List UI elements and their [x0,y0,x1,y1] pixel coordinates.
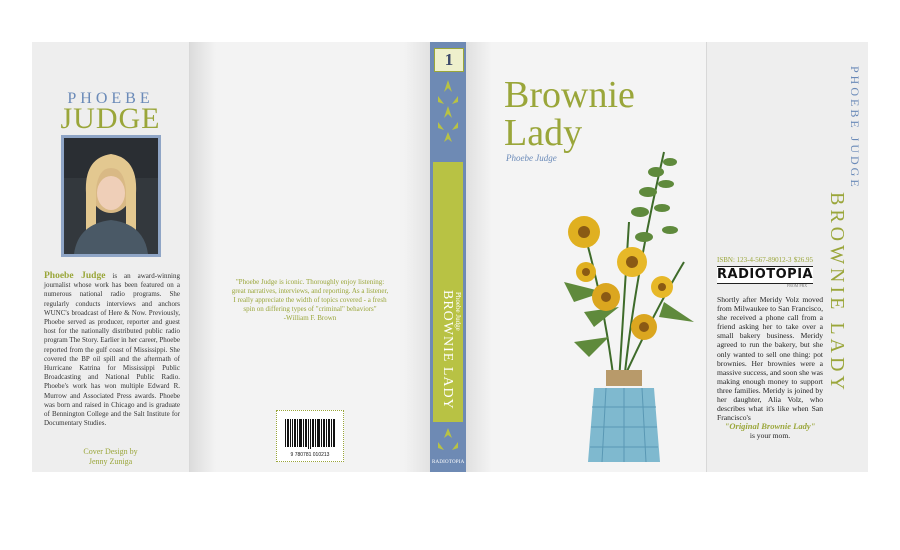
publisher-tagline: FROM PRX [787,283,808,288]
cover-credit: Cover Design by Jenny Zuniga [32,447,189,467]
price-line: ISBN: 123-4-567-89012-3 $26.95 [717,256,813,264]
credit-label: Cover Design by [83,447,138,456]
title-line-1: Brownie [504,74,635,116]
spine: 1 BROWNIE LADY Phoebe Judge RADIOTOPIA [430,42,466,472]
spine-author: Phoebe Judge [454,292,462,331]
fold-shadow [190,42,216,472]
quote-attribution: -William F. Brown [283,314,337,322]
synopsis: Shortly after Meridy Volz moved from Mil… [717,295,823,441]
credit-name: Jenny Zuniga [88,457,133,466]
bio-lead-name: Phoebe Judge [44,271,106,281]
review-quote: "Phoebe Judge is iconic. Thoroughly enjo… [230,278,390,323]
barcode-number: 9 780781 010213 [291,452,330,458]
bio-text: is an award-winning journalist whose wor… [44,272,180,428]
publisher-logo: RADIOTOPIA [717,266,814,284]
back-cover: "Phoebe Judge is iconic. Thoroughly enjo… [190,42,430,472]
right-flap: ISBN: 123-4-567-89012-3 $26.95 RADIOTOPI… [706,42,868,472]
fold-shadow [404,42,430,472]
flap-side-author: PHOEBE JUDGE [848,66,862,190]
spine-title-band: BROWNIE LADY Phoebe Judge [433,162,463,422]
spine-publisher: RADIOTOPIA [432,460,465,465]
author-bio: Phoebe Judge is an award-winning journal… [44,271,180,428]
author-portrait-image [64,138,158,254]
flower-vase-illustration [564,151,694,463]
barcode: 9 780781 010213 [276,410,344,462]
author-last-name: JUDGE [60,102,161,135]
author-photo [61,135,161,257]
leaf-pattern-icon [438,428,458,450]
synopsis-closing: is your mom. [749,431,791,441]
flap-side-title: BROWNIE LADY [826,192,848,394]
synopsis-text: Shortly after Meridy Volz moved from Mil… [717,295,823,423]
barcode-icon: 9 780781 010213 [285,419,335,458]
left-flap: PHOEBE JUDGE Phoebe Judge is an award-wi… [32,42,190,472]
volume-number: 1 [434,48,464,72]
spine-title: BROWNIE LADY [440,290,455,410]
leaf-pattern-icon [438,80,458,142]
fold-shadow [466,42,492,472]
synopsis-highlight: "Original Brownie Lady" [724,421,816,432]
quote-text: "Phoebe Judge is iconic. Thoroughly enjo… [231,278,389,313]
price: $26.95 [793,256,813,264]
front-cover: Brownie Lady Phoebe Judge [466,42,706,472]
isbn: ISBN: 123-4-567-89012-3 [717,256,792,264]
